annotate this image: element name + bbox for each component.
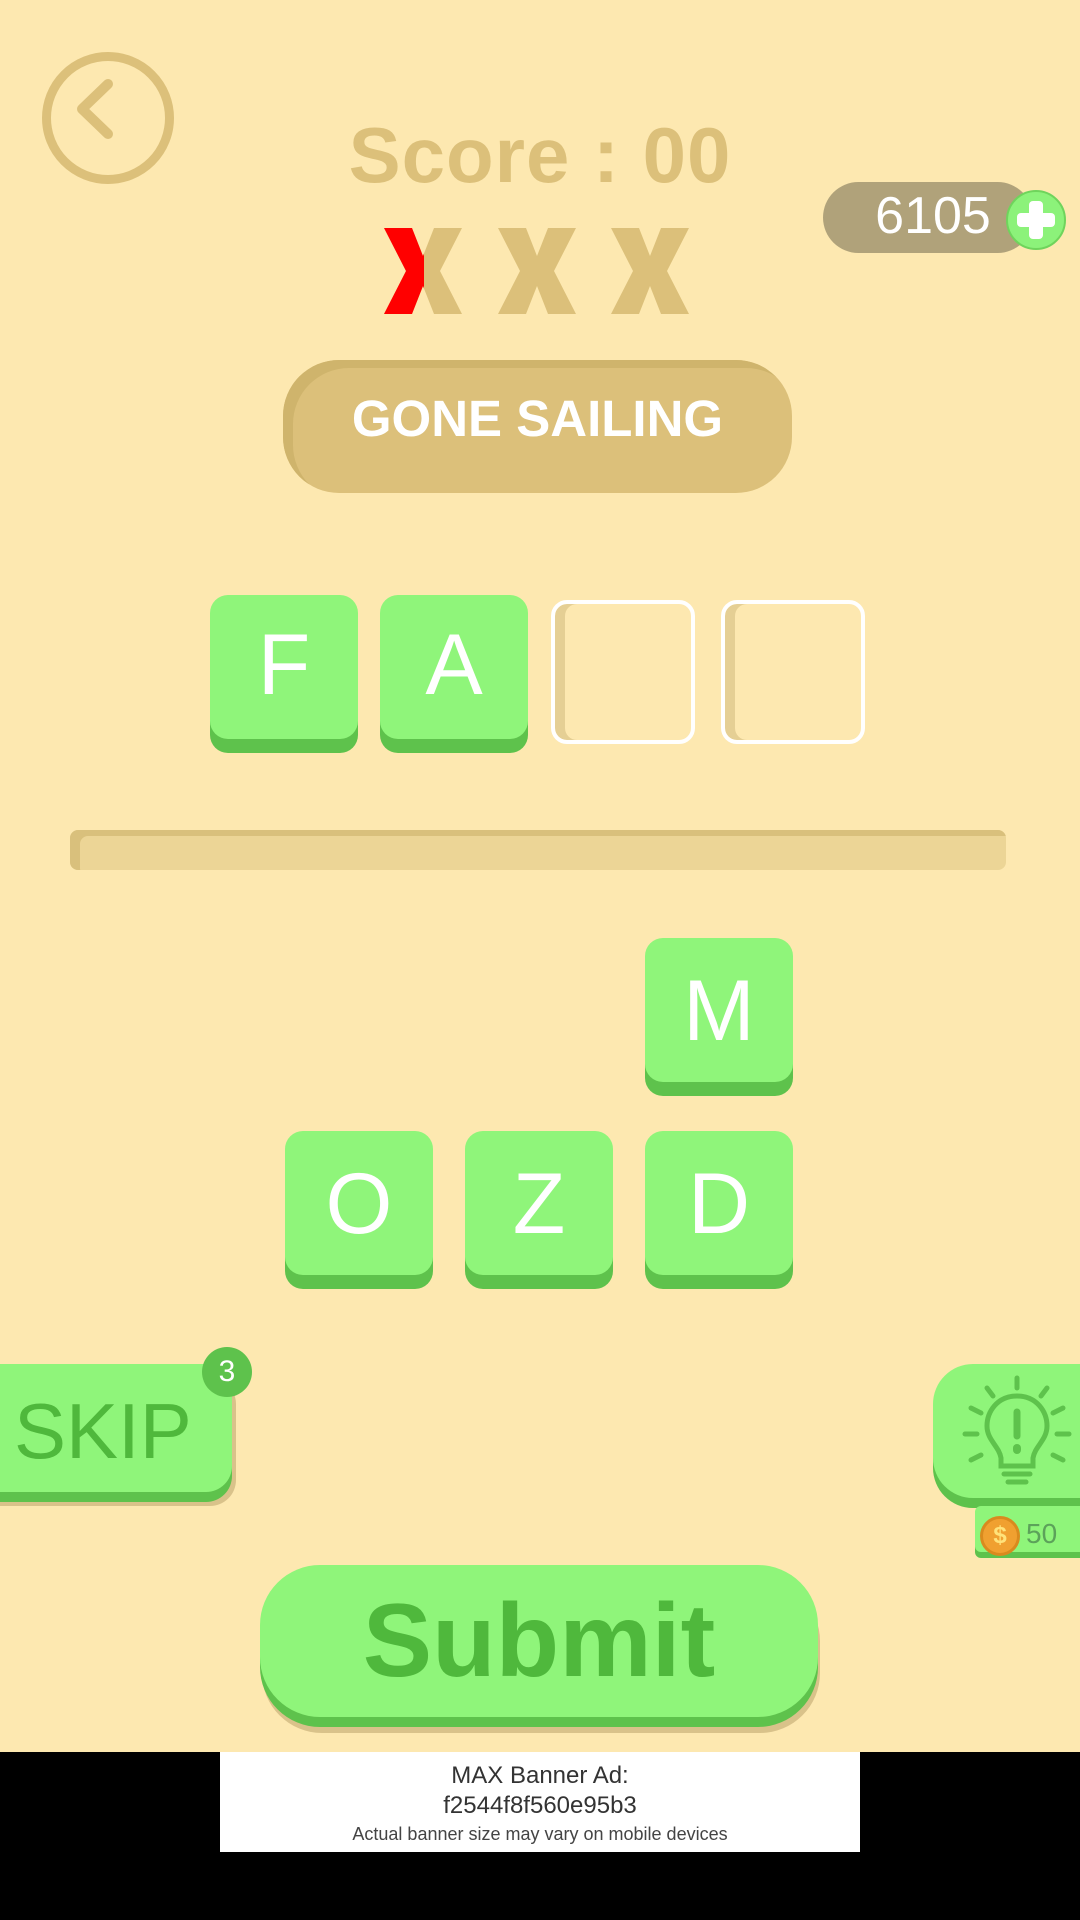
letter-tile[interactable]: Z (465, 1131, 613, 1275)
submit-button[interactable]: Submit (260, 1565, 818, 1717)
coin-balance: 6105 (875, 187, 991, 245)
letter-tile[interactable]: M (645, 938, 793, 1082)
banner-ad[interactable]: MAX Banner Ad: f2544f8f560e95b3 Actual b… (220, 1752, 860, 1852)
x-mark-icon (384, 228, 462, 314)
ad-title-line1: MAX Banner Ad: (451, 1762, 629, 1789)
clue-text: GONE SAILING (351, 390, 724, 447)
skip-count-badge: 3 (202, 1347, 252, 1397)
hint-cost: 50 (1026, 1518, 1058, 1549)
letter-tile[interactable]: D (645, 1131, 793, 1275)
x-mark-icon (611, 228, 689, 314)
ad-title-line2: f2544f8f560e95b3 (443, 1792, 637, 1819)
answer-tile[interactable]: F (210, 595, 358, 739)
coin-icon: $ (980, 1516, 1020, 1556)
answer-slot-empty[interactable] (551, 600, 695, 744)
skip-label: SKIP (14, 1387, 192, 1475)
ad-note: Actual banner size may vary on mobile de… (352, 1824, 728, 1844)
plus-icon (1017, 201, 1055, 239)
answer-tile[interactable]: A (380, 595, 528, 739)
add-coins-button[interactable] (1006, 190, 1066, 250)
letter-tile[interactable]: O (285, 1131, 433, 1275)
x-mark-icon (498, 228, 576, 314)
hint-button[interactable] (933, 1364, 1080, 1498)
answer-slot-empty[interactable] (721, 600, 865, 744)
strikes-indicator (380, 228, 710, 314)
lightbulb-icon (962, 1375, 1072, 1485)
divider-tray (70, 830, 1006, 870)
